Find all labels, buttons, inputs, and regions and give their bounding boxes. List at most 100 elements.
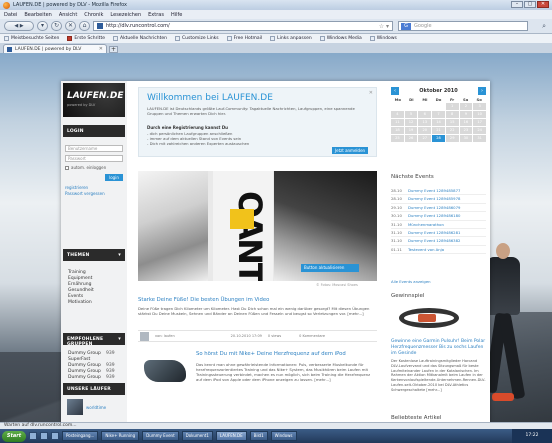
calendar-day[interactable]: 20: [418, 127, 432, 134]
menu-datei[interactable]: Datei: [4, 12, 17, 18]
maximize-button[interactable]: ▢: [524, 1, 536, 8]
calendar-day[interactable]: 26: [404, 135, 418, 142]
article-title[interactable]: So hörst Du mit Nike+ Deine Herzfrequenz…: [196, 351, 346, 357]
calendar-day[interactable]: 22: [445, 127, 459, 134]
calendar-day[interactable]: 16: [459, 119, 473, 126]
taskbar-item[interactable]: Nike+ Running: [101, 431, 140, 441]
tab-close-icon[interactable]: ✕: [99, 46, 103, 52]
calendar-day[interactable]: 8: [445, 111, 459, 118]
calendar-day[interactable]: 13: [418, 119, 432, 126]
calendar-day[interactable]: 11: [391, 119, 404, 126]
event-row[interactable]: 31.10 Münchenmarathon: [391, 221, 486, 230]
user-item[interactable]: worldtime: [67, 399, 106, 415]
article-author[interactable]: von: laufen: [155, 334, 175, 338]
calendar-prev-icon[interactable]: ‹: [391, 87, 399, 95]
quicklaunch-media-icon[interactable]: [51, 432, 59, 440]
calendar-day[interactable]: 29: [445, 135, 459, 142]
forgot-password-link[interactable]: Passwort vergessen: [65, 191, 105, 197]
calendar-day[interactable]: 24: [473, 127, 486, 134]
event-row[interactable]: 30.10 Dummy Event 1289486180: [391, 212, 486, 221]
event-row[interactable]: 31.10 Dummy Event 1289486382: [391, 237, 486, 246]
bookmark-item[interactable]: Windows: [369, 36, 397, 41]
themen-section-header[interactable]: THEMEN ▾: [63, 249, 125, 261]
menu-hilfe[interactable]: Hilfe: [171, 12, 182, 18]
bookmark-star-icon[interactable]: ☆ ▾: [379, 23, 389, 30]
close-button[interactable]: ✕: [537, 1, 549, 8]
event-name[interactable]: Dummy Event 1289485978: [408, 195, 460, 202]
calendar-day[interactable]: 5: [404, 111, 418, 118]
calendar-day[interactable]: 10: [473, 111, 486, 118]
menu-ansicht[interactable]: Ansicht: [59, 12, 77, 18]
taskbar-item[interactable]: Windows: [270, 431, 297, 441]
calendar-day[interactable]: 25: [391, 135, 404, 142]
calendar-day[interactable]: 7: [432, 111, 445, 118]
zoom-icon[interactable]: ⌕: [542, 22, 546, 31]
calendar-day[interactable]: 4: [391, 111, 404, 118]
event-name[interactable]: Testevent von Anja: [408, 246, 444, 253]
taskbar-item[interactable]: Dokument1: [181, 431, 213, 441]
register-button[interactable]: Jetzt anmelden: [332, 147, 368, 154]
article-title[interactable]: Starke Deine Füße! Die besten Übungen im…: [138, 297, 377, 303]
event-row[interactable]: 01.11 Testevent von Anja: [391, 246, 486, 255]
bookmark-item[interactable]: Free Hotmail: [226, 36, 262, 41]
groups-section-header[interactable]: EMPFOHLENE GRUPPEN ▾: [63, 333, 125, 347]
calendar-day[interactable]: 12: [404, 119, 418, 126]
event-row[interactable]: 28.10 Dummy Event 1289485877: [391, 187, 486, 196]
event-name[interactable]: Dummy Event 1289486281: [408, 229, 460, 236]
stop-icon[interactable]: ✕: [65, 21, 76, 31]
minimize-button[interactable]: –: [511, 1, 523, 8]
calendar-day[interactable]: 6: [418, 111, 432, 118]
login-button[interactable]: login: [105, 174, 123, 181]
url-bar[interactable]: http://dlv.runcontrol.com/ ☆ ▾: [93, 21, 393, 31]
bookmark-item[interactable]: Meistbesuchte Seiten: [4, 36, 59, 41]
hero-image[interactable]: OANTPE Button aktualisieren: [138, 171, 377, 281]
menu-lesezeichen[interactable]: Lesezeichen: [110, 12, 141, 18]
bookmark-item[interactable]: Aktuelle Nachrichten: [112, 36, 167, 41]
hero-caption-button[interactable]: Button aktualisieren: [301, 264, 359, 272]
search-input[interactable]: G Google: [398, 21, 528, 31]
calendar-day[interactable]: 30: [459, 135, 473, 142]
calendar-day[interactable]: 28: [432, 135, 445, 142]
calendar-day[interactable]: 19: [404, 127, 418, 134]
event-row[interactable]: 29.10 Dummy Event 1289486079: [391, 204, 486, 213]
start-button[interactable]: Start: [2, 430, 26, 442]
event-name[interactable]: Dummy Event 1289486180: [408, 212, 460, 219]
gewinnspiel-headline[interactable]: Gewinne eine Garmin Pulsuhr! Beim Polar …: [391, 339, 486, 357]
event-row[interactable]: 31.10 Dummy Event 1289486281: [391, 229, 486, 238]
calendar-day[interactable]: 31: [473, 135, 486, 142]
taskbar-item[interactable]: Dummy Event: [142, 431, 179, 441]
calendar-day[interactable]: 23: [459, 127, 473, 134]
taskbar-item[interactable]: Posteingang...: [62, 431, 99, 441]
calendar-day[interactable]: 1: [445, 103, 459, 110]
event-name[interactable]: Münchenmarathon: [408, 221, 444, 228]
calendar-day[interactable]: 3: [473, 103, 486, 110]
themen-item[interactable]: Motivation: [68, 300, 94, 306]
quicklaunch-desktop-icon[interactable]: [40, 432, 48, 440]
event-name[interactable]: Dummy Event 1289485877: [408, 187, 460, 194]
reload-icon[interactable]: ↻: [51, 21, 62, 31]
group-item[interactable]: Dummy Group 939: [68, 375, 115, 381]
menu-bearbeiten[interactable]: Bearbeiten: [24, 12, 51, 18]
password-field[interactable]: Passwort: [65, 155, 123, 162]
dropdown-icon[interactable]: ▾: [37, 21, 48, 31]
close-icon[interactable]: ✕: [369, 90, 373, 96]
calendar-day[interactable]: 21: [432, 127, 445, 134]
article-comments[interactable]: 0 Kommentare: [299, 334, 325, 338]
calendar-day[interactable]: 14: [432, 119, 445, 126]
menu-extras[interactable]: Extras: [148, 12, 164, 18]
remember-checkbox[interactable]: autom. einloggen: [65, 165, 123, 170]
taskbar-item[interactable]: LAUFEN.DE: [215, 431, 247, 441]
calendar-day[interactable]: 18: [391, 127, 404, 134]
calendar-day[interactable]: 17: [473, 119, 486, 126]
bookmark-item[interactable]: Links anpassen: [270, 36, 312, 41]
taskbar-item[interactable]: Bild1: [249, 431, 268, 441]
calendar-day[interactable]: 2: [459, 103, 473, 110]
quicklaunch-ie-icon[interactable]: [29, 432, 37, 440]
event-name[interactable]: Dummy Event 1289486382: [408, 237, 460, 244]
back-button[interactable]: ◀ ▶: [4, 21, 34, 31]
article-thumbnail[interactable]: [144, 360, 186, 382]
bookmark-item[interactable]: Erste Schritte: [67, 36, 105, 41]
calendar-day[interactable]: 27: [418, 135, 432, 142]
new-tab-button[interactable]: +: [109, 46, 118, 53]
calendar-day[interactable]: 15: [445, 119, 459, 126]
